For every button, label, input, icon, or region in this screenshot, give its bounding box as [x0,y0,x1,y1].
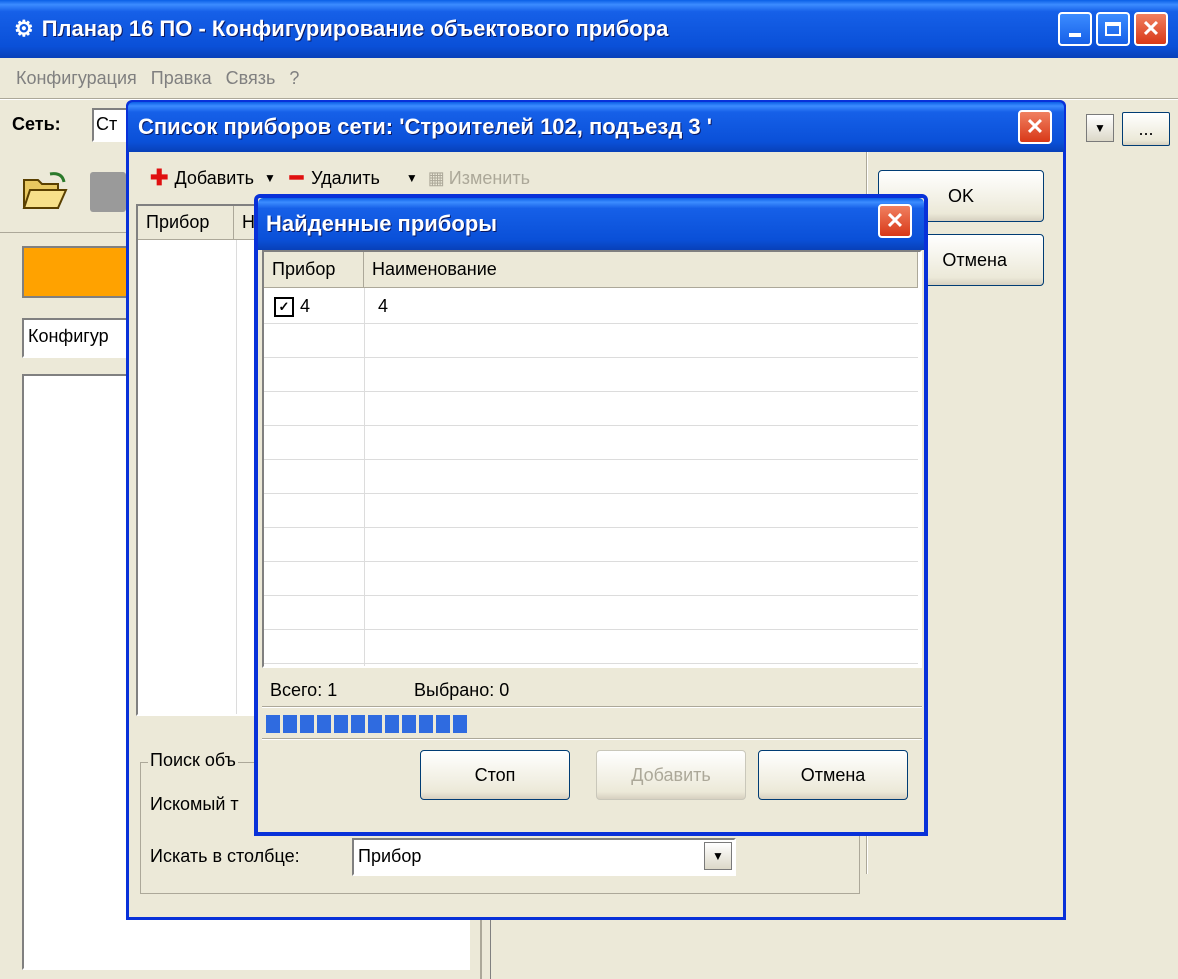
progress-block [334,715,348,733]
device-list-title-bar[interactable]: Список приборов сети: 'Строителей 102, п… [128,102,1064,152]
table-row-empty [264,392,918,426]
close-icon: ✕ [885,208,905,233]
row-device-cell: ✓ 4 [264,290,364,323]
save-disk-icon[interactable] [90,172,126,212]
device-list-column-pribor[interactable]: Прибор [138,206,234,240]
status-color-bar [22,246,142,298]
table-row-empty [264,596,918,630]
add-dropdown-icon[interactable]: ▼ [264,171,276,185]
delete-dropdown-icon[interactable]: ▼ [406,171,418,185]
found-column-name[interactable]: Наименование [364,252,918,288]
found-devices-title-bar[interactable]: Найденные приборы [258,198,924,250]
progress-block [402,715,416,733]
close-button[interactable]: ✕ [1134,12,1168,46]
main-title-bar[interactable]: ⚙ Планар 16 ПО - Конфигурирование объект… [0,0,1178,58]
row-name-cell: 4 [364,290,388,323]
config-field-value: Конфигур [28,326,109,346]
progress-block [317,715,331,733]
found-rows: ✓ 4 4 [264,290,918,666]
progress-block [283,715,297,733]
menu-help[interactable]: ? [289,68,299,89]
found-cancel-button[interactable]: Отмена [758,750,908,800]
table-row-empty [264,358,918,392]
status-divider [262,706,922,708]
app-gear-icon: ⚙ [14,16,34,41]
network-combo-value: Ст [96,114,118,134]
edit-device-button[interactable]: Изменить [449,168,530,189]
ok-label: OK [947,185,974,206]
minimize-button[interactable] [1058,12,1092,46]
total-count: Всего: 1 [270,680,338,700]
delete-device-button[interactable]: Удалить [311,168,380,189]
add-found-button[interactable]: Добавить [596,750,746,800]
plus-icon: ✚ [150,165,169,190]
search-progress-bar [264,712,920,736]
found-cancel-label: Отмена [800,764,866,785]
chevron-down-icon: ▼ [1094,121,1106,135]
device-list-close-button[interactable]: ✕ [1018,110,1052,144]
progress-divider [262,738,922,740]
search-column-dropdown-button[interactable]: ▼ [704,842,732,870]
menu-configuration[interactable]: Конфигурация [16,68,137,89]
progress-block [351,715,365,733]
search-group-title: Поиск объ [148,750,238,771]
checkbox-checked-icon[interactable]: ✓ [274,296,294,317]
menu-bar: Конфигурация Правка Связь ? [0,58,1178,98]
search-column-label: Искать в столбце: [150,846,300,866]
stop-button[interactable]: Стоп [420,750,570,800]
table-row-empty [264,324,918,358]
menu-edit[interactable]: Правка [151,68,212,89]
device-list-toolbar: ✚ Добавить ▼ ━ Удалить ▼ ▦ Изменить [140,158,840,198]
minimize-icon [1069,33,1081,37]
stop-label: Стоп [474,764,516,785]
selected-count: Выбрано: 0 [414,680,510,700]
found-devices-title: Найденные приборы [266,211,498,236]
table-row-empty [264,528,918,562]
table-row-empty [264,562,918,596]
network-dropdown-button[interactable]: ▼ [1086,114,1114,142]
search-progress-fill [266,715,470,733]
row-name-value: 4 [378,296,389,316]
close-icon: ✕ [1141,16,1161,41]
found-column-pribor[interactable]: Прибор [264,252,364,288]
add-device-button[interactable]: Добавить [174,168,254,189]
row-device-value: 4 [300,296,311,316]
table-row[interactable]: ✓ 4 4 [264,290,918,324]
maximize-button[interactable] [1096,12,1130,46]
main-window-title: Планар 16 ПО - Конфигурирование объектов… [41,16,669,41]
progress-block [266,715,280,733]
cancel-label: Отмена [942,249,1007,270]
table-row-empty [264,494,918,528]
progress-block [368,715,382,733]
search-column-select[interactable]: Прибор [352,838,736,876]
add-found-label: Добавить [631,764,711,785]
progress-block [436,715,450,733]
config-field[interactable]: Конфигур [22,318,142,358]
close-icon: ✕ [1025,114,1045,139]
search-column-value: Прибор [358,846,422,866]
found-devices-close-button[interactable]: ✕ [878,204,912,238]
browse-label: ... [1138,118,1154,139]
table-row-empty [264,630,918,664]
progress-block [300,715,314,733]
search-text-label: Искомый т [150,794,239,814]
edit-icon: ▦ [427,167,445,188]
minus-icon: ━ [289,165,304,190]
open-folder-icon[interactable] [22,170,68,212]
chevron-down-icon: ▼ [712,849,724,863]
device-list-title: Список приборов сети: 'Строителей 102, п… [138,114,712,139]
device-list-column-divider [236,240,237,714]
browse-button[interactable]: ... [1122,112,1170,146]
progress-block [419,715,433,733]
progress-block [385,715,399,733]
table-row-empty [264,426,918,460]
table-row-empty [264,460,918,494]
network-label: Сеть: [12,114,61,134]
menu-connection[interactable]: Связь [226,68,276,89]
progress-block [453,715,467,733]
maximize-icon [1105,22,1121,36]
